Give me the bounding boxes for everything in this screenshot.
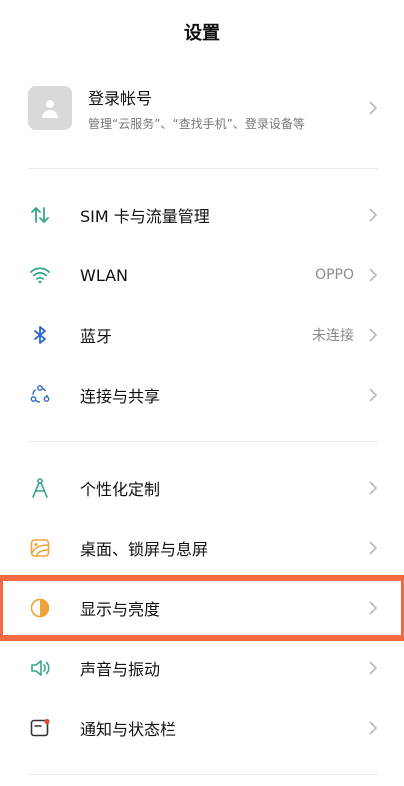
chevron-right-icon: [369, 541, 378, 555]
chevron-right-icon: [369, 721, 378, 735]
account-title: 登录帐号: [88, 88, 153, 108]
row-label: 个性化定制: [80, 480, 161, 499]
speaker-icon: [28, 656, 52, 680]
chevron-right-icon: [369, 388, 378, 402]
wifi-icon: [28, 263, 52, 287]
share-nodes-icon: [28, 383, 52, 407]
sound-vibration-row[interactable]: 声音与振动: [0, 638, 404, 698]
personalization-row[interactable]: 个性化定制: [0, 458, 404, 518]
bluetooth-icon: [28, 323, 52, 347]
chevron-right-icon: [369, 328, 378, 342]
avatar: [28, 86, 72, 130]
row-label: 显示与亮度: [80, 600, 161, 619]
brightness-icon: [28, 596, 52, 620]
account-subtitle: 管理“云服务”、“查找手机”、登录设备等: [88, 116, 305, 131]
bluetooth-row[interactable]: 蓝牙 未连接: [0, 305, 404, 365]
row-label: 连接与共享: [80, 387, 161, 406]
user-icon: [42, 100, 58, 118]
row-label: 通知与状态栏: [80, 720, 177, 739]
row-label: SIM 卡与流量管理: [80, 207, 210, 226]
chevron-right-icon: [369, 661, 378, 675]
chevron-right-icon: [369, 268, 378, 282]
chevron-right-icon: [369, 101, 378, 115]
settings-header: 设置: [0, 0, 404, 64]
row-label: WLAN: [80, 265, 129, 285]
sim-data-icon: [28, 203, 52, 227]
notification-icon: [28, 716, 52, 740]
notification-statusbar-row[interactable]: 通知与状态栏: [0, 698, 404, 758]
wlan-row[interactable]: WLAN OPPO: [0, 245, 404, 305]
page-title: 设置: [184, 23, 220, 44]
divider: [28, 774, 378, 775]
desktop-lockscreen-row[interactable]: 桌面、锁屏与息屏: [0, 518, 404, 578]
chevron-right-icon: [369, 481, 378, 495]
wlan-status: OPPO: [315, 267, 354, 283]
wallpaper-icon: [28, 536, 52, 560]
login-account-row[interactable]: 登录帐号 管理“云服务”、“查找手机”、登录设备等: [0, 64, 404, 152]
chevron-right-icon: [369, 601, 378, 615]
row-label: 蓝牙: [80, 327, 113, 346]
row-label: 声音与振动: [80, 660, 161, 679]
bluetooth-status: 未连接: [312, 328, 354, 344]
chevron-right-icon: [369, 208, 378, 222]
display-brightness-row[interactable]: 显示与亮度: [0, 575, 404, 641]
sim-and-data-row[interactable]: SIM 卡与流量管理: [0, 185, 404, 245]
row-label: 桌面、锁屏与息屏: [80, 540, 209, 559]
connection-sharing-row[interactable]: 连接与共享: [0, 365, 404, 425]
compass-icon: [28, 476, 52, 500]
